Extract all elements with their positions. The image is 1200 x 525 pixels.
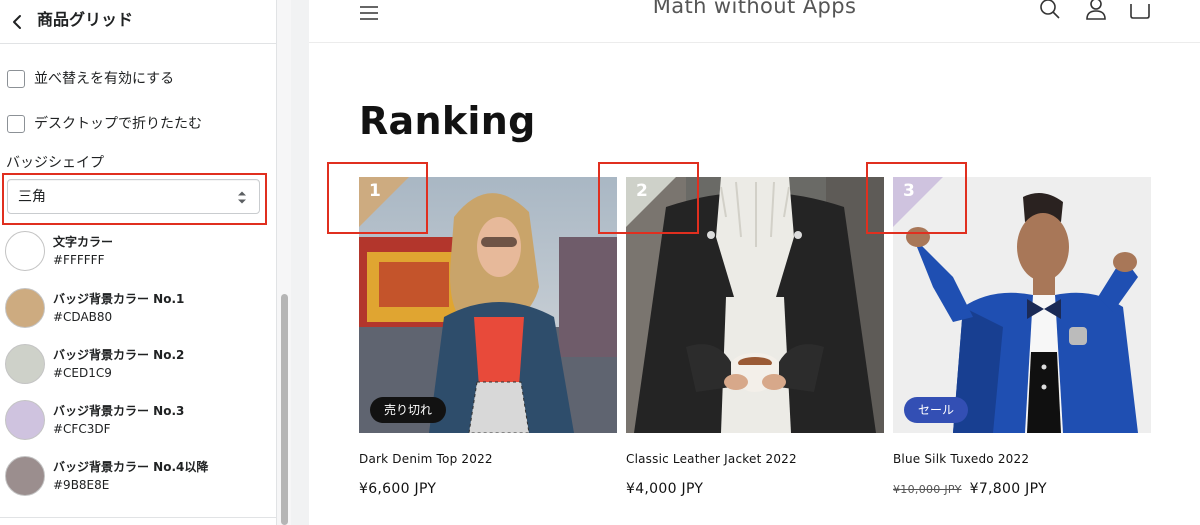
color-swatch[interactable] [5,344,45,384]
product-image-2[interactable]: 2 [626,177,884,433]
color-setting-name: バッジ背景カラー No.1 [53,292,185,306]
color-setting-hex: #FFFFFF [53,253,105,267]
account-icon[interactable] [1085,0,1107,20]
chevron-left-icon [13,15,21,29]
store-name[interactable]: Math without Apps [309,0,1200,19]
price-2: ¥4,000 JPY [626,481,704,497]
collapse-desktop-label: デスクトップで折りたたむ [34,116,202,132]
rank-number-2: 2 [636,181,648,201]
settings-panel: 商品グリッド 並べ替えを有効にする デスクトップで折りたたむ バッジシェイプ 三… [0,0,277,525]
rank-triangle-badge-3 [893,177,943,227]
product-image-1[interactable]: 1 売り切れ [359,177,617,433]
search-icon[interactable] [1039,0,1061,20]
product-card-3[interactable]: 3 セール Blue Silk Tuxedo 2022 ¥10,000 JPY ¥… [893,177,1151,497]
color-setting-hex: #CDAB80 [53,310,113,324]
product-title-1[interactable]: Dark Denim Top 2022 [359,452,493,467]
product-card-2[interactable]: 2 Classic Leather Jacket 2022 ¥4,000 JPY [626,177,884,497]
collapse-desktop-checkbox[interactable] [7,115,25,133]
sold-out-badge: 売り切れ [370,397,447,423]
color-setting-name: バッジ背景カラー No.3 [53,404,185,418]
product-card-1[interactable]: 1 売り切れ Dark Denim Top 2022 ¥6,600 JPY [359,177,617,497]
store-preview: Math without Apps Ranking 1 売り切れ Dark De… [309,0,1200,525]
rank-triangle-badge-1 [359,177,409,227]
badge-shape-label: バッジシェイプ [6,155,104,171]
price-3: ¥7,800 JPY [969,481,1047,497]
enable-sorting-checkbox-row[interactable]: 並べ替えを有効にする [7,69,174,89]
enable-sorting-label: 並べ替えを有効にする [34,71,175,87]
color-swatch[interactable] [5,288,45,328]
select-arrows-icon [238,191,246,204]
color-setting-hex: #CFC3DF [53,422,111,436]
sale-badge: セール [904,397,969,423]
panel-title: 商品グリッド [37,10,134,29]
color-setting-hex: #9B8E8E [53,478,110,492]
color-setting-name: 文字カラー [53,235,114,249]
badge-shape-select[interactable]: 三角 [7,179,260,214]
product-price-2: ¥4,000 JPY [626,480,703,498]
price-1: ¥6,600 JPY [359,481,437,497]
scrollbar-thumb[interactable] [281,294,288,525]
badge-shape-value: 三角 [18,189,46,205]
color-swatch[interactable] [5,400,45,440]
section-title: Ranking [359,99,536,143]
panel-header: 商品グリッド [0,0,276,44]
collapse-desktop-checkbox-row[interactable]: デスクトップで折りたたむ [7,114,202,134]
enable-sorting-checkbox[interactable] [7,70,25,88]
rank-number-3: 3 [903,181,915,201]
color-swatch[interactable] [5,231,45,271]
cart-icon[interactable] [1129,0,1151,20]
product-title-2[interactable]: Classic Leather Jacket 2022 [626,452,797,467]
color-setting-name: バッジ背景カラー No.4以降 [53,460,209,474]
rank-triangle-badge-2 [626,177,676,227]
product-price-3: ¥10,000 JPY ¥7,800 JPY [893,480,1047,499]
rank-number-1: 1 [369,181,381,201]
panel-divider [0,517,276,518]
color-setting-name: バッジ背景カラー No.2 [53,348,185,362]
product-title-3[interactable]: Blue Silk Tuxedo 2022 [893,452,1029,467]
color-setting-hex: #CED1C9 [53,366,112,380]
back-button[interactable] [6,10,30,34]
product-image-3[interactable]: 3 セール [893,177,1151,433]
product-price-1: ¥6,600 JPY [359,480,436,498]
color-swatch[interactable] [5,456,45,496]
compare-at-price-3: ¥10,000 JPY [893,483,962,496]
store-header: Math without Apps [309,0,1200,43]
